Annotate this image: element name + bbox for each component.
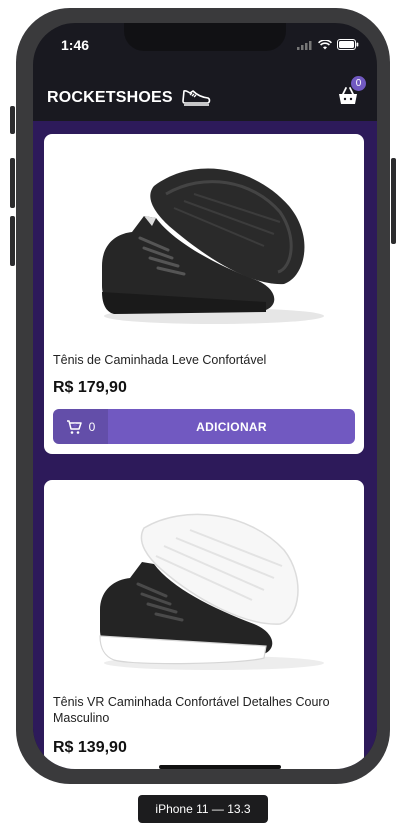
app-screen: 1:46 ROCKETSHOES 0 Tênis de Caminhada Le…	[33, 23, 377, 769]
add-button-label: ADICIONAR	[196, 419, 267, 434]
status-time: 1:46	[61, 37, 90, 53]
product-card: Tênis VR Caminhada Confortável Detalhes …	[44, 480, 364, 769]
mute-switch	[10, 106, 15, 134]
cart-amount: 0	[53, 409, 108, 444]
product-image-black-white-sneaker	[99, 513, 324, 670]
cart-button[interactable]: 0	[337, 76, 366, 107]
notch	[124, 23, 286, 51]
product-price: R$ 179,90	[53, 379, 127, 396]
volume-up-button	[10, 158, 15, 208]
product-card: Tênis de Caminhada Leve Confortável R$ 1…	[44, 134, 364, 454]
wifi-icon	[318, 39, 332, 49]
cart-amount-value: 0	[88, 419, 96, 434]
power-button	[391, 158, 396, 244]
product-title: Tênis de Caminhada Leve Confortável	[53, 353, 267, 367]
product-image-black-sneaker	[102, 168, 324, 324]
battery-icon	[337, 39, 359, 50]
shoe-logo-icon	[181, 89, 211, 106]
add-shopping-cart-icon	[66, 419, 82, 434]
product-title: Tênis VR Caminhada Confortável Detalhes …	[53, 695, 330, 725]
add-to-cart-button[interactable]: 0 ADICIONAR	[53, 409, 355, 444]
phone-frame: 1:46 ROCKETSHOES 0 Tênis de Caminhada Le…	[10, 8, 396, 784]
device-label: iPhone 11 — 13.3	[138, 795, 268, 823]
signal-icon	[297, 40, 312, 50]
brand-logo-text[interactable]: ROCKETSHOES	[47, 89, 173, 107]
product-price: R$ 139,90	[53, 739, 127, 756]
volume-down-button	[10, 216, 15, 266]
status-icons	[297, 39, 359, 50]
app-header: ROCKETSHOES 0	[33, 73, 377, 123]
product-list[interactable]: Tênis de Caminhada Leve Confortável R$ 1…	[33, 121, 377, 769]
cart-count-badge: 0	[351, 76, 366, 91]
home-indicator	[159, 765, 281, 769]
